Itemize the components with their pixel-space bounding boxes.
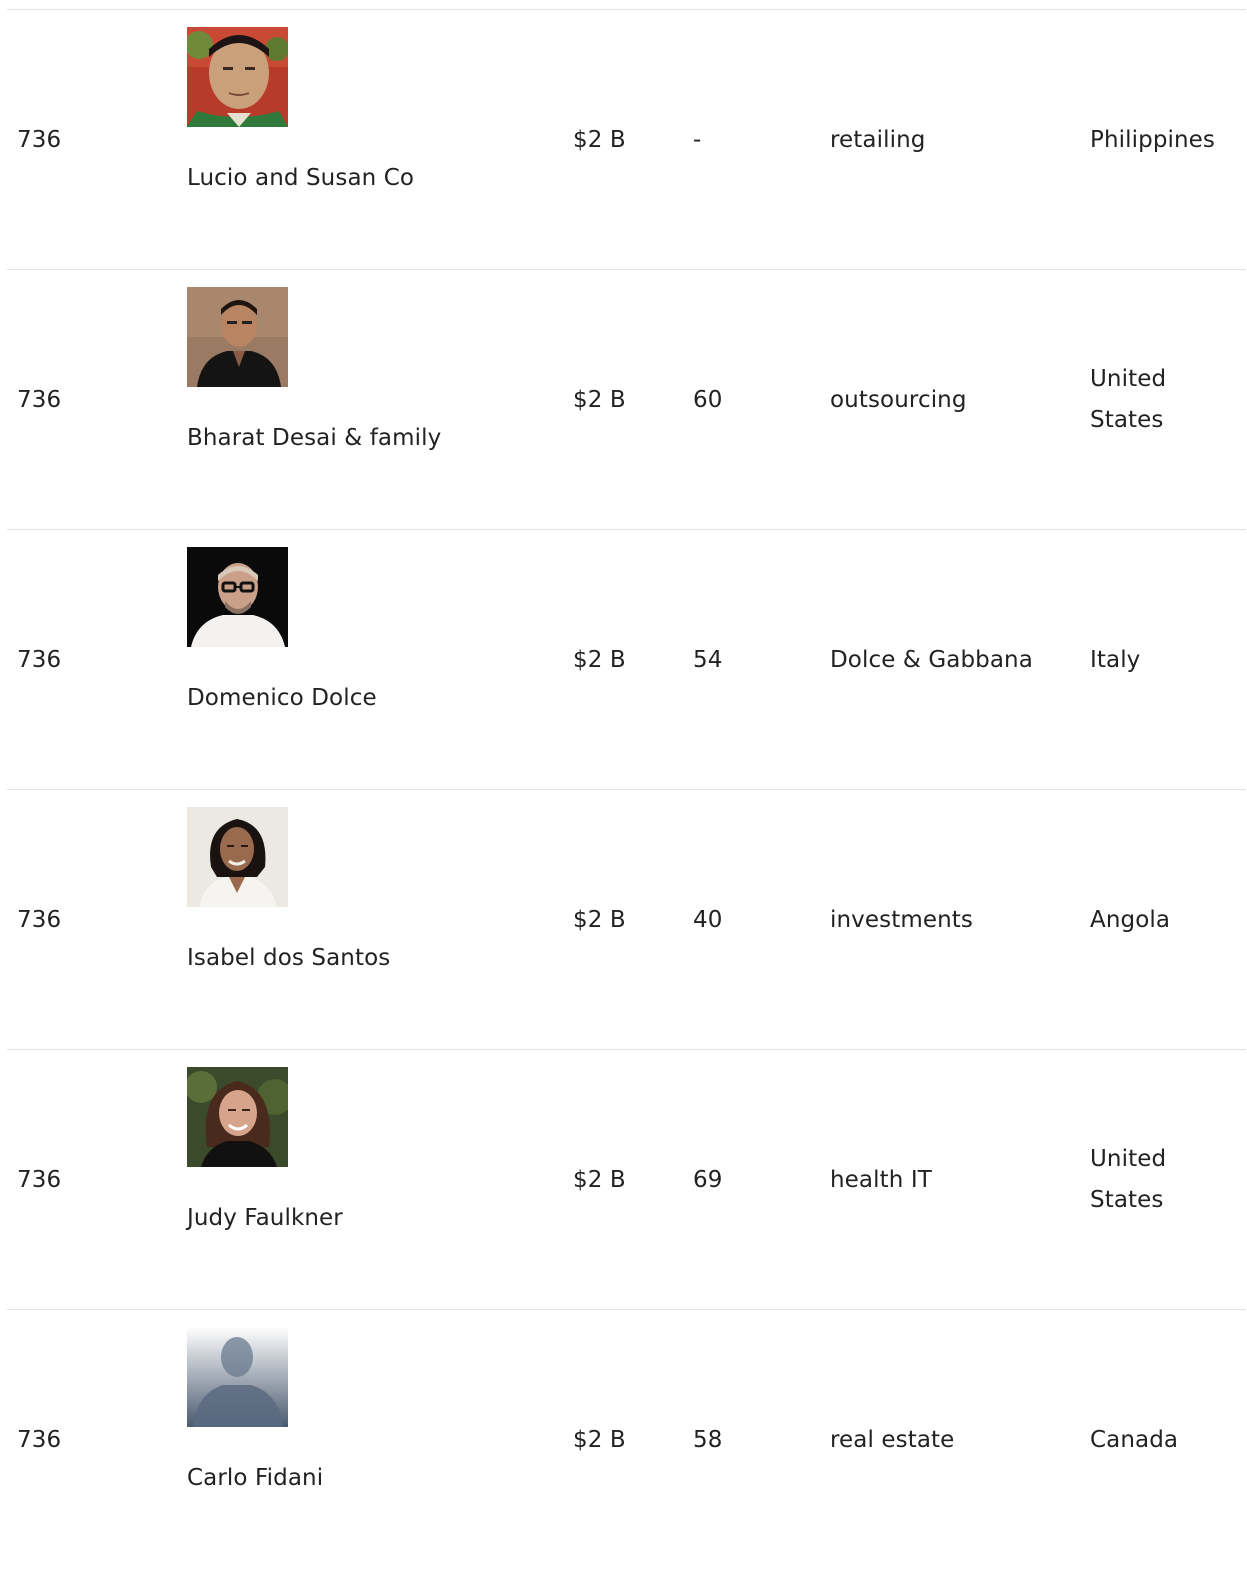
table-row[interactable]: 736 Isabel dos Santos $2 B 40 investment… (7, 789, 1246, 1049)
portrait-photo[interactable] (187, 27, 288, 127)
portrait-photo[interactable] (187, 547, 288, 647)
country-cell: Italy (1090, 646, 1141, 673)
person-name[interactable]: Domenico Dolce (187, 678, 377, 719)
country-cell: Philippines (1090, 126, 1216, 153)
rank-cell: 736 (17, 1426, 62, 1453)
person-name[interactable]: Isabel dos Santos (187, 938, 390, 979)
net-worth-cell: $2 B (573, 1166, 626, 1193)
age-cell: 58 (693, 1426, 723, 1453)
billionaires-table: 736 Lucio and Susan Co $2 B - retailing … (7, 9, 1246, 1569)
person-cell[interactable]: Judy Faulkner (187, 1050, 557, 1310)
person-cell[interactable]: Bharat Desai & family (187, 270, 557, 530)
person-name[interactable]: Lucio and Susan Co (187, 158, 414, 199)
table-row[interactable]: 736 Carlo Fidani $2 B 58 real estate Can… (7, 1309, 1246, 1569)
source-cell: investments (830, 906, 973, 933)
table-row[interactable]: 736 Judy Faulkner $2 B 69 health IT Unit… (7, 1049, 1246, 1309)
source-cell: Dolce & Gabbana (830, 646, 1033, 673)
age-cell: 40 (693, 906, 723, 933)
net-worth-cell: $2 B (573, 646, 626, 673)
source-cell: real estate (830, 1426, 955, 1453)
rank-cell: 736 (17, 1166, 62, 1193)
portrait-photo[interactable] (187, 287, 288, 387)
age-cell: - (693, 126, 702, 153)
source-cell: outsourcing (830, 386, 967, 413)
person-cell[interactable]: Isabel dos Santos (187, 790, 557, 1050)
person-name[interactable]: Bharat Desai & family (187, 418, 441, 459)
net-worth-cell: $2 B (573, 1426, 626, 1453)
person-cell[interactable]: Lucio and Susan Co (187, 10, 557, 270)
rank-cell: 736 (17, 906, 62, 933)
rank-cell: 736 (17, 386, 62, 413)
placeholder-silhouette-icon[interactable] (187, 1327, 288, 1427)
age-cell: 54 (693, 646, 723, 673)
portrait-photo[interactable] (187, 807, 288, 907)
age-cell: 69 (693, 1166, 723, 1193)
country-cell: Angola (1090, 906, 1171, 933)
country-cell: United States (1090, 1146, 1167, 1213)
country-cell: Canada (1090, 1426, 1179, 1453)
country-cell: United States (1090, 366, 1167, 433)
person-name[interactable]: Judy Faulkner (187, 1198, 343, 1239)
portrait-photo[interactable] (187, 1067, 288, 1167)
person-cell[interactable]: Carlo Fidani (187, 1310, 557, 1570)
table-row[interactable]: 736 Bharat Desai & family $2 B 60 outsou… (7, 269, 1246, 529)
person-cell[interactable]: Domenico Dolce (187, 530, 557, 790)
rank-cell: 736 (17, 646, 62, 673)
source-cell: health IT (830, 1166, 932, 1193)
net-worth-cell: $2 B (573, 126, 626, 153)
table-row[interactable]: 736 Domenico Dolce $2 B 54 Dolce & Gabba… (7, 529, 1246, 789)
person-name[interactable]: Carlo Fidani (187, 1458, 323, 1499)
net-worth-cell: $2 B (573, 386, 626, 413)
rank-cell: 736 (17, 126, 62, 153)
age-cell: 60 (693, 386, 723, 413)
table-row[interactable]: 736 Lucio and Susan Co $2 B - retailing … (7, 9, 1246, 269)
source-cell: retailing (830, 126, 926, 153)
net-worth-cell: $2 B (573, 906, 626, 933)
